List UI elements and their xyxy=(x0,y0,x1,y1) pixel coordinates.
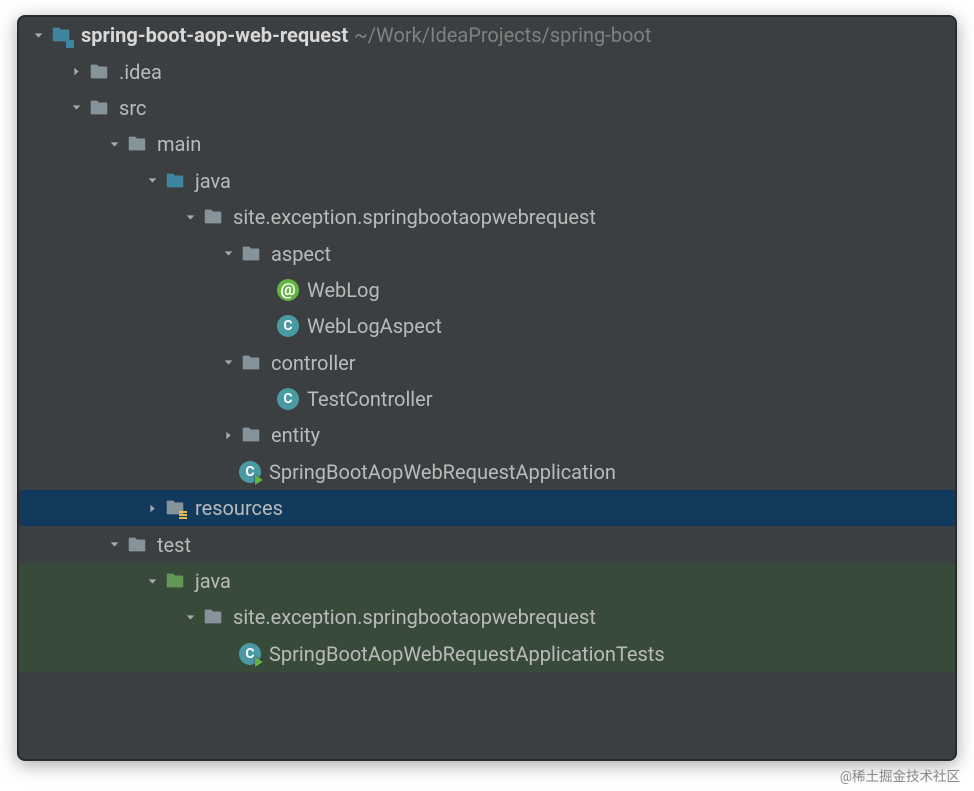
tree-item-label: java xyxy=(195,569,231,593)
folder-icon xyxy=(125,132,149,156)
expand-arrow-down-icon[interactable] xyxy=(217,247,239,260)
package-main[interactable]: site.exception.springbootaopwebrequest xyxy=(19,199,955,235)
folder-icon xyxy=(201,205,225,229)
expand-arrow-down-icon[interactable] xyxy=(103,538,125,551)
tree-item-label: .idea xyxy=(119,60,162,84)
folder-controller[interactable]: controller xyxy=(19,345,955,381)
folder-icon xyxy=(239,242,263,266)
folder-icon xyxy=(87,96,111,120)
class-applicationtests[interactable]: C SpringBootAopWebRequestApplicationTests xyxy=(19,636,955,672)
tree-item-label: controller xyxy=(271,351,356,375)
tree-item-label: spring-boot-aop-web-request xyxy=(81,23,348,47)
tree-item-label: src xyxy=(119,96,146,120)
tree-item-label: java xyxy=(195,169,231,193)
expand-arrow-down-icon[interactable] xyxy=(27,29,49,42)
test-folder-icon xyxy=(163,569,187,593)
expand-arrow-right-icon[interactable] xyxy=(141,502,163,515)
folder-test[interactable]: test xyxy=(19,526,955,562)
folder-java-test[interactable]: java xyxy=(19,563,955,599)
class-icon: C xyxy=(277,315,299,337)
folder-resources[interactable]: resources xyxy=(19,490,955,526)
folder-src[interactable]: src xyxy=(19,90,955,126)
resources-folder-icon xyxy=(163,496,187,520)
class-testcontroller[interactable]: C TestController xyxy=(19,381,955,417)
folder-aspect[interactable]: aspect xyxy=(19,235,955,271)
tree-item-path: ~/Work/IdeaProjects/spring-boot xyxy=(354,23,651,47)
expand-arrow-down-icon[interactable] xyxy=(103,138,125,151)
folder-icon xyxy=(239,423,263,447)
tree-item-label: site.exception.springbootaopwebrequest xyxy=(233,605,596,629)
tree-item-label: WebLog xyxy=(307,278,380,302)
module-folder-icon xyxy=(49,23,73,47)
folder-entity[interactable]: entity xyxy=(19,417,955,453)
source-folder-icon xyxy=(163,169,187,193)
tree-item-label: WebLogAspect xyxy=(307,314,442,338)
tree-item-label: test xyxy=(157,533,191,557)
tree-item-label: main xyxy=(157,132,201,156)
expand-arrow-down-icon[interactable] xyxy=(179,611,201,624)
expand-arrow-down-icon[interactable] xyxy=(141,174,163,187)
tree-item-label: entity xyxy=(271,423,320,447)
tree-item-label: SpringBootAopWebRequestApplicationTests xyxy=(269,642,665,666)
runnable-class-icon: C xyxy=(239,643,261,665)
expand-arrow-right-icon[interactable] xyxy=(65,65,87,78)
tree-item-label: SpringBootAopWebRequestApplication xyxy=(269,460,616,484)
watermark: @稀土掘金技术社区 xyxy=(840,765,960,785)
annotation-icon: @ xyxy=(277,279,299,301)
folder-idea[interactable]: .idea xyxy=(19,53,955,89)
expand-arrow-right-icon[interactable] xyxy=(217,429,239,442)
folder-java-main[interactable]: java xyxy=(19,163,955,199)
tree-item-label: aspect xyxy=(271,242,331,266)
folder-icon xyxy=(125,533,149,557)
expand-arrow-down-icon[interactable] xyxy=(141,575,163,588)
folder-icon xyxy=(87,60,111,84)
runnable-class-icon: C xyxy=(239,461,261,483)
folder-icon xyxy=(201,605,225,629)
tree-item-label: resources xyxy=(195,496,283,520)
project-tree-panel: spring-boot-aop-web-request~/Work/IdeaPr… xyxy=(17,15,957,761)
expand-arrow-down-icon[interactable] xyxy=(65,101,87,114)
expand-arrow-down-icon[interactable] xyxy=(179,211,201,224)
package-test[interactable]: site.exception.springbootaopwebrequest xyxy=(19,599,955,635)
tree-item-label: TestController xyxy=(307,387,433,411)
class-weblogaspect[interactable]: C WebLogAspect xyxy=(19,308,955,344)
folder-icon xyxy=(239,351,263,375)
tree-item-label: site.exception.springbootaopwebrequest xyxy=(233,205,596,229)
root-project[interactable]: spring-boot-aop-web-request~/Work/IdeaPr… xyxy=(19,17,955,53)
class-application[interactable]: C SpringBootAopWebRequestApplication xyxy=(19,454,955,490)
expand-arrow-down-icon[interactable] xyxy=(217,356,239,369)
folder-main[interactable]: main xyxy=(19,126,955,162)
class-weblog[interactable]: @ WebLog xyxy=(19,272,955,308)
class-icon: C xyxy=(277,388,299,410)
